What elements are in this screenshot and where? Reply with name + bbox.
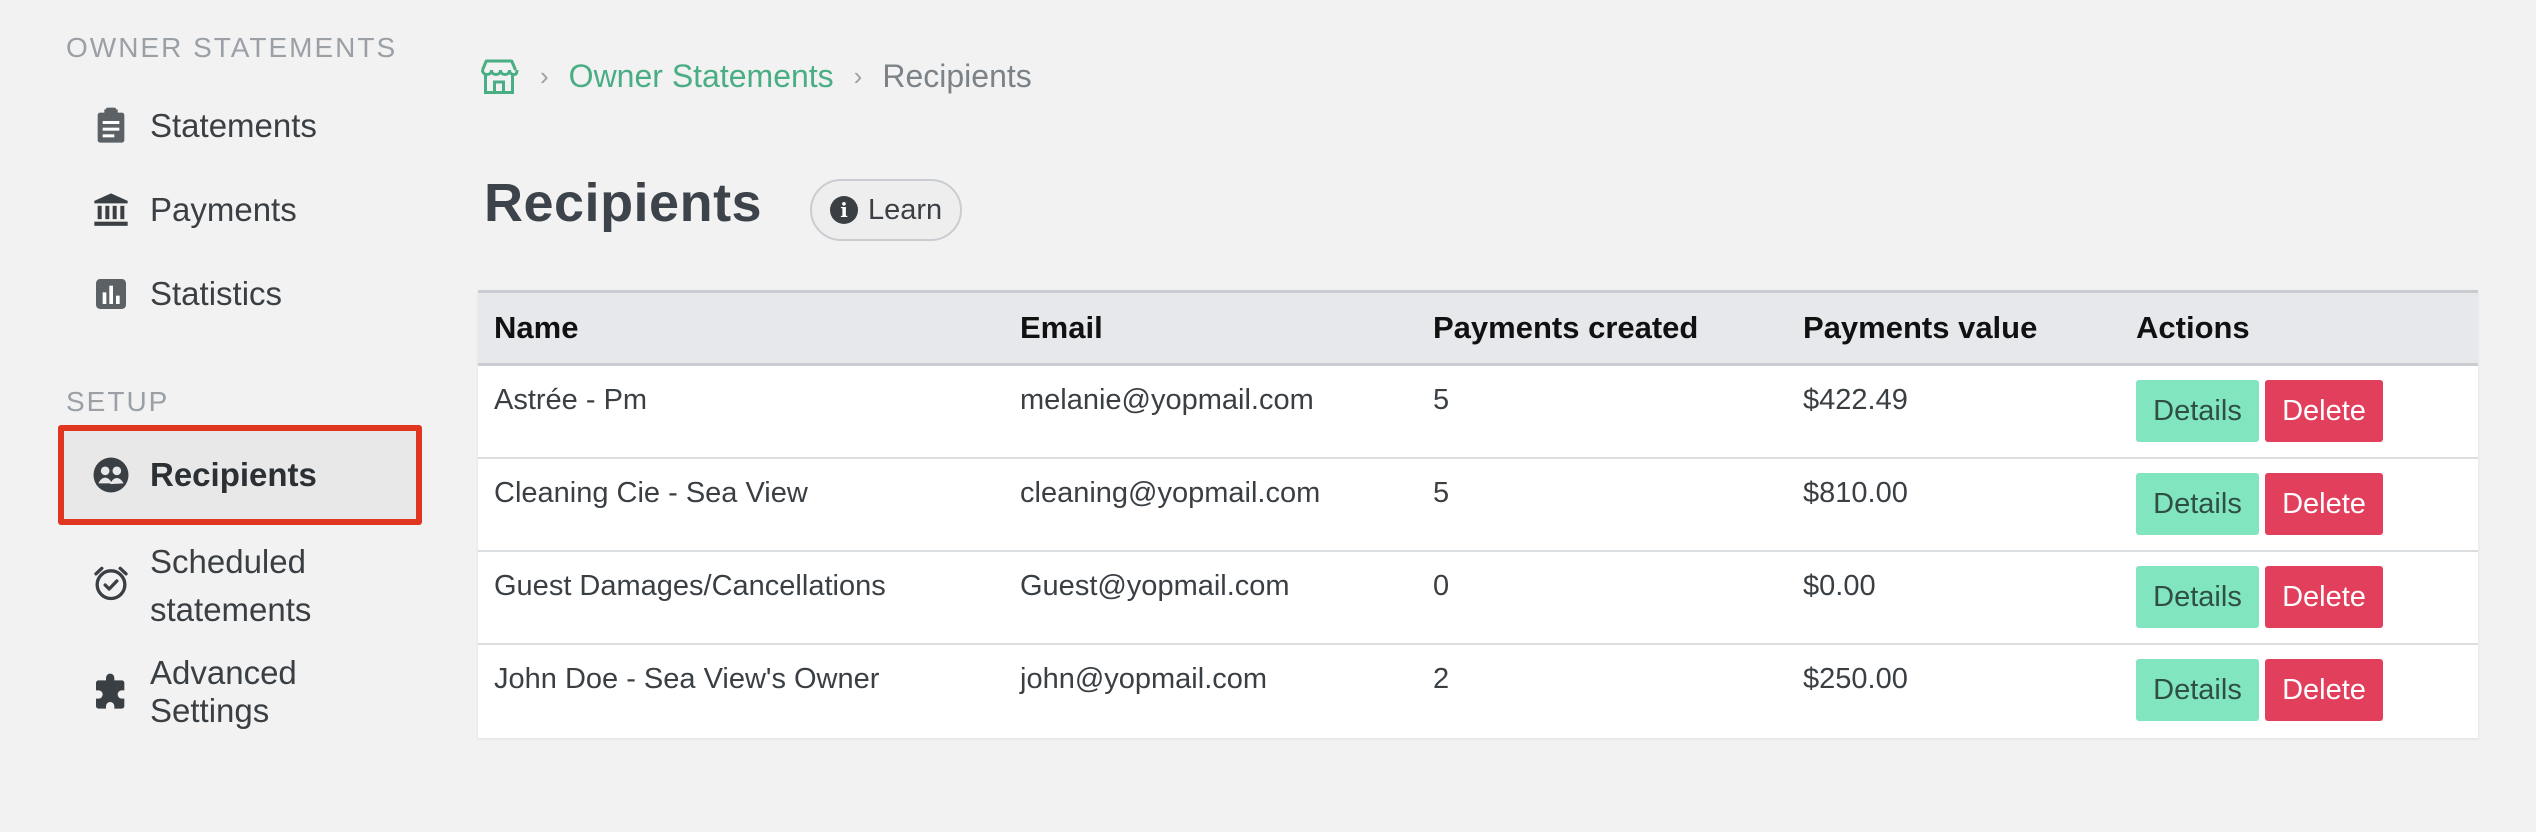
payments-value: $250.00 (1803, 663, 1908, 695)
details-button[interactable]: Details (2136, 566, 2259, 628)
chevron-right-icon: › (540, 60, 549, 91)
sidebar-item-scheduled-statements[interactable]: Scheduled statements (58, 538, 422, 634)
payments-value: $810.00 (1803, 477, 1908, 509)
setup-section-title: SETUP (66, 386, 170, 417)
sidebar-item-label: Statistics (150, 275, 283, 312)
details-button[interactable]: Details (2136, 659, 2259, 721)
table-row: Guest Damages/Cancellations Guest@yopmai… (478, 552, 2478, 645)
sidebar-item-statistics[interactable]: Statistics (58, 268, 422, 320)
sidebar-item-recipients[interactable]: Recipients (58, 425, 422, 525)
delete-button[interactable]: Delete (2265, 566, 2383, 628)
delete-button[interactable]: Delete (2265, 659, 2383, 721)
recipient-email: melanie@yopmail.com (1020, 384, 1314, 416)
row-actions: Details Delete (2120, 459, 2478, 550)
recipient-name: Astrée - Pm (494, 384, 648, 416)
details-button[interactable]: Details (2136, 380, 2259, 442)
payments-created: 5 (1433, 477, 1450, 509)
owner-statements-section-title: OWNER STATEMENTS (66, 32, 398, 63)
sidebar-item-payments[interactable]: Payments (58, 184, 422, 236)
column-header-email: Email (1020, 310, 1103, 345)
breadcrumb-owner-statements[interactable]: Owner Statements (569, 58, 834, 95)
puzzle-icon (86, 671, 136, 713)
bar-chart-icon (86, 273, 136, 315)
sidebar-item-label: Scheduled statements (150, 543, 312, 628)
column-header-name: Name (494, 310, 579, 345)
row-actions: Details Delete (2120, 552, 2478, 643)
payments-created: 2 (1433, 663, 1450, 695)
payments-value: $0.00 (1803, 570, 1876, 602)
sidebar-item-label: Payments (150, 191, 297, 228)
recipient-name: John Doe - Sea View's Owner (494, 663, 880, 695)
recipient-name: Cleaning Cie - Sea View (494, 477, 808, 509)
sidebar-item-statements[interactable]: Statements (58, 100, 422, 152)
row-actions: Details Delete (2120, 645, 2478, 738)
sidebar: OWNER STATEMENTS Statements Payments Sta… (0, 0, 440, 832)
payments-created: 0 (1433, 570, 1450, 602)
payments-created: 5 (1433, 384, 1450, 416)
table-row: Cleaning Cie - Sea View cleaning@yopmail… (478, 459, 2478, 552)
chevron-right-icon: › (853, 60, 863, 91)
delete-button[interactable]: Delete (2265, 380, 2383, 442)
store-icon[interactable] (478, 56, 520, 96)
column-header-actions: Actions (2136, 310, 2250, 345)
recipients-table: Name Email Payments created Payments val… (478, 290, 2478, 738)
table-row: Astrée - Pm melanie@yopmail.com 5 $422.4… (478, 366, 2478, 459)
sidebar-item-advanced-settings[interactable]: Advanced Settings (58, 654, 422, 729)
table-header-row: Name Email Payments created Payments val… (478, 290, 2478, 366)
recipient-email: cleaning@yopmail.com (1020, 477, 1321, 509)
column-header-payments-created: Payments created (1433, 310, 1699, 345)
recipients-icon (86, 454, 136, 496)
sidebar-item-label: Recipients (150, 456, 317, 493)
bank-icon (86, 189, 136, 231)
info-icon: i (830, 196, 858, 224)
sidebar-item-label: Statements (150, 107, 317, 144)
alarm-clock-icon (86, 562, 136, 604)
table-row: John Doe - Sea View's Owner john@yopmail… (478, 645, 2478, 738)
delete-button[interactable]: Delete (2265, 473, 2383, 535)
recipient-email: Guest@yopmail.com (1020, 570, 1290, 602)
recipient-name: Guest Damages/Cancellations (494, 570, 886, 602)
learn-button[interactable]: i Learn (810, 179, 963, 241)
learn-label: Learn (868, 193, 943, 226)
row-actions: Details Delete (2120, 366, 2478, 457)
details-button[interactable]: Details (2136, 473, 2259, 535)
sidebar-item-label: Advanced Settings (150, 654, 297, 729)
breadcrumb: › Owner Statements › Recipients (478, 56, 1032, 96)
page-title: Recipients (484, 173, 763, 233)
column-header-payments-value: Payments value (1803, 310, 2038, 345)
payments-value: $422.49 (1803, 384, 1908, 416)
clipboard-icon (86, 105, 136, 147)
recipient-email: john@yopmail.com (1020, 663, 1268, 695)
breadcrumb-current: Recipients (882, 57, 1032, 94)
